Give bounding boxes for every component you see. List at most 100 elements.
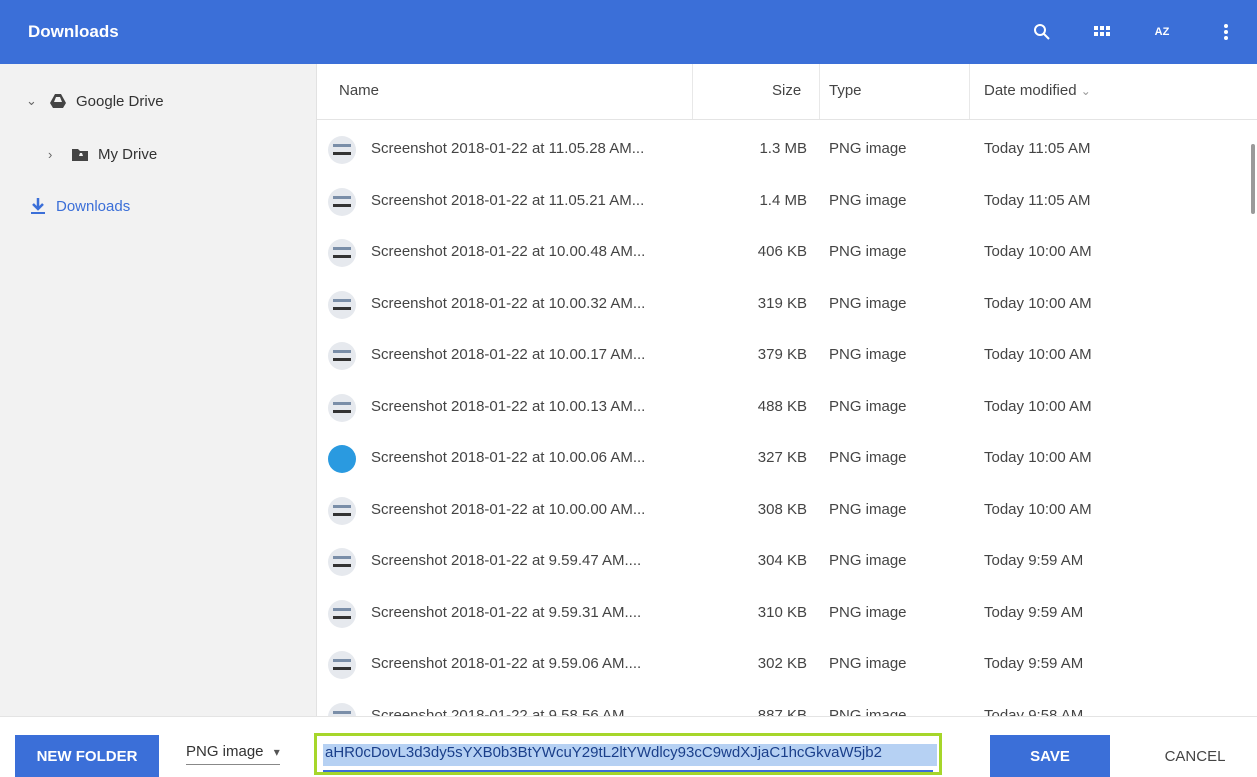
file-row[interactable]: Screenshot 2018-01-22 at 10.00.48 AM... 4… [317,227,1247,279]
folder-icon [70,145,90,163]
file-name: Screenshot 2018-01-22 at 11.05.21 AM... [371,191,645,209]
cancel-button[interactable]: CANCEL [1150,735,1240,777]
filename-field-highlight: aHR0cDovL3d3dy5sYXB0b3BtYWcuY29tL2ltYWdl… [314,733,942,775]
file-type: PNG image [829,191,907,209]
file-date: Today 9:59 AM [984,552,1084,569]
save-button[interactable]: SAVE [990,735,1110,777]
file-thumbnail-icon [328,599,356,628]
more-vert-icon[interactable] [1214,20,1238,44]
file-thumbnail-icon [328,496,356,525]
title-bar: Downloads AZ [0,0,1257,64]
file-date: Today 11:05 AM [984,191,1091,209]
file-size: 379 KB [757,346,807,363]
file-date: Today 9:59 AM [984,603,1084,621]
file-name: Screenshot 2018-01-22 at 10.00.48 AM... [371,243,646,260]
file-type: PNG image [829,552,907,569]
sort-az-icon[interactable]: AZ [1150,20,1174,44]
file-type: PNG image [829,655,907,672]
list-header: Name Size Type Date modified ⌄ [317,64,1257,120]
search-icon[interactable] [1030,20,1054,44]
google-drive-icon [48,92,68,110]
new-folder-button[interactable]: NEW FOLDER [15,735,159,777]
file-type: PNG image [829,140,907,157]
file-type: PNG image [829,397,907,415]
column-divider [692,64,693,119]
file-date: Today 10:00 AM [984,397,1092,415]
file-type: PNG image [829,449,907,466]
file-name: Screenshot 2018-01-22 at 10.00.32 AM... [371,294,646,312]
file-type-select[interactable]: PNG image ▾ [186,743,280,765]
file-row[interactable]: Screenshot 2018-01-22 at 11.05.21 AM... 1… [317,176,1247,228]
file-thumbnail-icon [328,445,356,473]
file-row[interactable]: Screenshot 2018-01-22 at 10.00.17 AM... 3… [317,330,1247,382]
file-list: Name Size Type Date modified ⌄ Screensho… [317,64,1257,716]
sort-indicator-icon: ⌄ [1080,84,1091,98]
column-header-type[interactable]: Type [829,82,862,99]
file-name: Screenshot 2018-01-22 at 10.00.06 AM... [371,449,646,466]
file-row[interactable]: Screenshot 2018-01-22 at 10.00.00 AM... 3… [317,485,1247,537]
file-date: Today 10:00 AM [984,449,1092,466]
file-size: 308 KB [757,500,807,518]
file-name: Screenshot 2018-01-22 at 10.00.00 AM... [371,500,646,518]
file-date: Today 11:05 AM [984,140,1091,157]
scrollbar[interactable] [1251,144,1255,214]
chevron-down-icon[interactable]: ⌄ [26,93,42,109]
file-row[interactable]: Screenshot 2018-01-22 at 9.58.56 AM.... 8… [317,691,1247,717]
column-divider [819,64,820,119]
file-thumbnail-icon [328,702,356,716]
file-name: Screenshot 2018-01-22 at 10.00.13 AM... [371,397,646,415]
file-name: Screenshot 2018-01-22 at 9.59.31 AM.... [371,603,642,621]
file-row[interactable]: Screenshot 2018-01-22 at 10.00.13 AM... 4… [317,382,1247,434]
file-type: PNG image [829,346,907,363]
file-thumbnail-icon [328,290,356,319]
sidebar-item-my-drive[interactable]: › My Drive [48,145,157,163]
column-header-name[interactable]: Name [339,82,379,99]
file-row[interactable]: Screenshot 2018-01-22 at 10.00.32 AM... 3… [317,279,1247,331]
column-header-date-label: Date modified [984,82,1077,99]
file-row[interactable]: Screenshot 2018-01-22 at 11.05.28 AM... 1… [317,124,1247,176]
input-underline [323,770,933,772]
file-type-value: PNG image [186,743,264,760]
file-thumbnail-icon [328,548,356,576]
file-size: 304 KB [757,552,807,569]
file-date: Today 10:00 AM [984,346,1092,363]
grid-view-icon[interactable] [1090,20,1114,44]
column-divider [969,64,970,119]
file-thumbnail-icon [328,393,356,422]
file-date: Today 10:00 AM [984,500,1092,518]
dialog-footer: NEW FOLDER PNG image ▾ aHR0cDovL3d3dy5sY… [0,716,1257,777]
filename-input[interactable]: aHR0cDovL3d3dy5sYXB0b3BtYWcuY29tL2ltYWdl… [323,744,937,766]
file-name: Screenshot 2018-01-22 at 10.00.17 AM... [371,346,646,363]
file-date: Today 10:00 AM [984,243,1092,260]
file-row[interactable]: Screenshot 2018-01-22 at 10.00.06 AM... 3… [317,433,1247,485]
file-name: Screenshot 2018-01-22 at 9.59.06 AM.... [371,655,642,672]
download-icon [28,197,48,215]
file-thumbnail-icon [328,651,356,679]
sidebar-item-label: Google Drive [76,92,164,110]
column-header-date[interactable]: Date modified ⌄ [984,82,1091,99]
file-thumbnail-icon [328,239,356,267]
file-thumbnail-icon [328,136,356,164]
file-size: 302 KB [757,655,807,672]
file-thumbnail-icon [328,342,356,370]
file-size: 327 KB [757,449,807,466]
file-name: Screenshot 2018-01-22 at 9.59.47 AM.... [371,552,642,569]
file-size: 319 KB [757,294,807,312]
file-row[interactable]: Screenshot 2018-01-22 at 9.59.06 AM.... 3… [317,639,1247,691]
file-type: PNG image [829,603,907,621]
file-type: PNG image [829,243,907,260]
file-size: 1.4 MB [759,191,807,209]
file-type: PNG image [829,500,907,518]
file-type: PNG image [829,294,907,312]
sidebar-item-label: My Drive [98,145,158,163]
sidebar-item-downloads[interactable]: Downloads [26,197,130,215]
sidebar-item-google-drive[interactable]: ⌄ Google Drive [26,92,164,110]
file-row[interactable]: Screenshot 2018-01-22 at 9.59.47 AM.... 3… [317,536,1247,588]
sidebar-item-label: Downloads [56,197,131,215]
file-date: Today 9:58 AM [984,706,1084,717]
chevron-right-icon[interactable]: › [48,147,64,162]
column-header-size[interactable]: Size [772,82,801,99]
dropdown-arrow-icon: ▾ [273,745,280,759]
window-title: Downloads [28,22,119,41]
file-row[interactable]: Screenshot 2018-01-22 at 9.59.31 AM.... 3… [317,588,1247,640]
